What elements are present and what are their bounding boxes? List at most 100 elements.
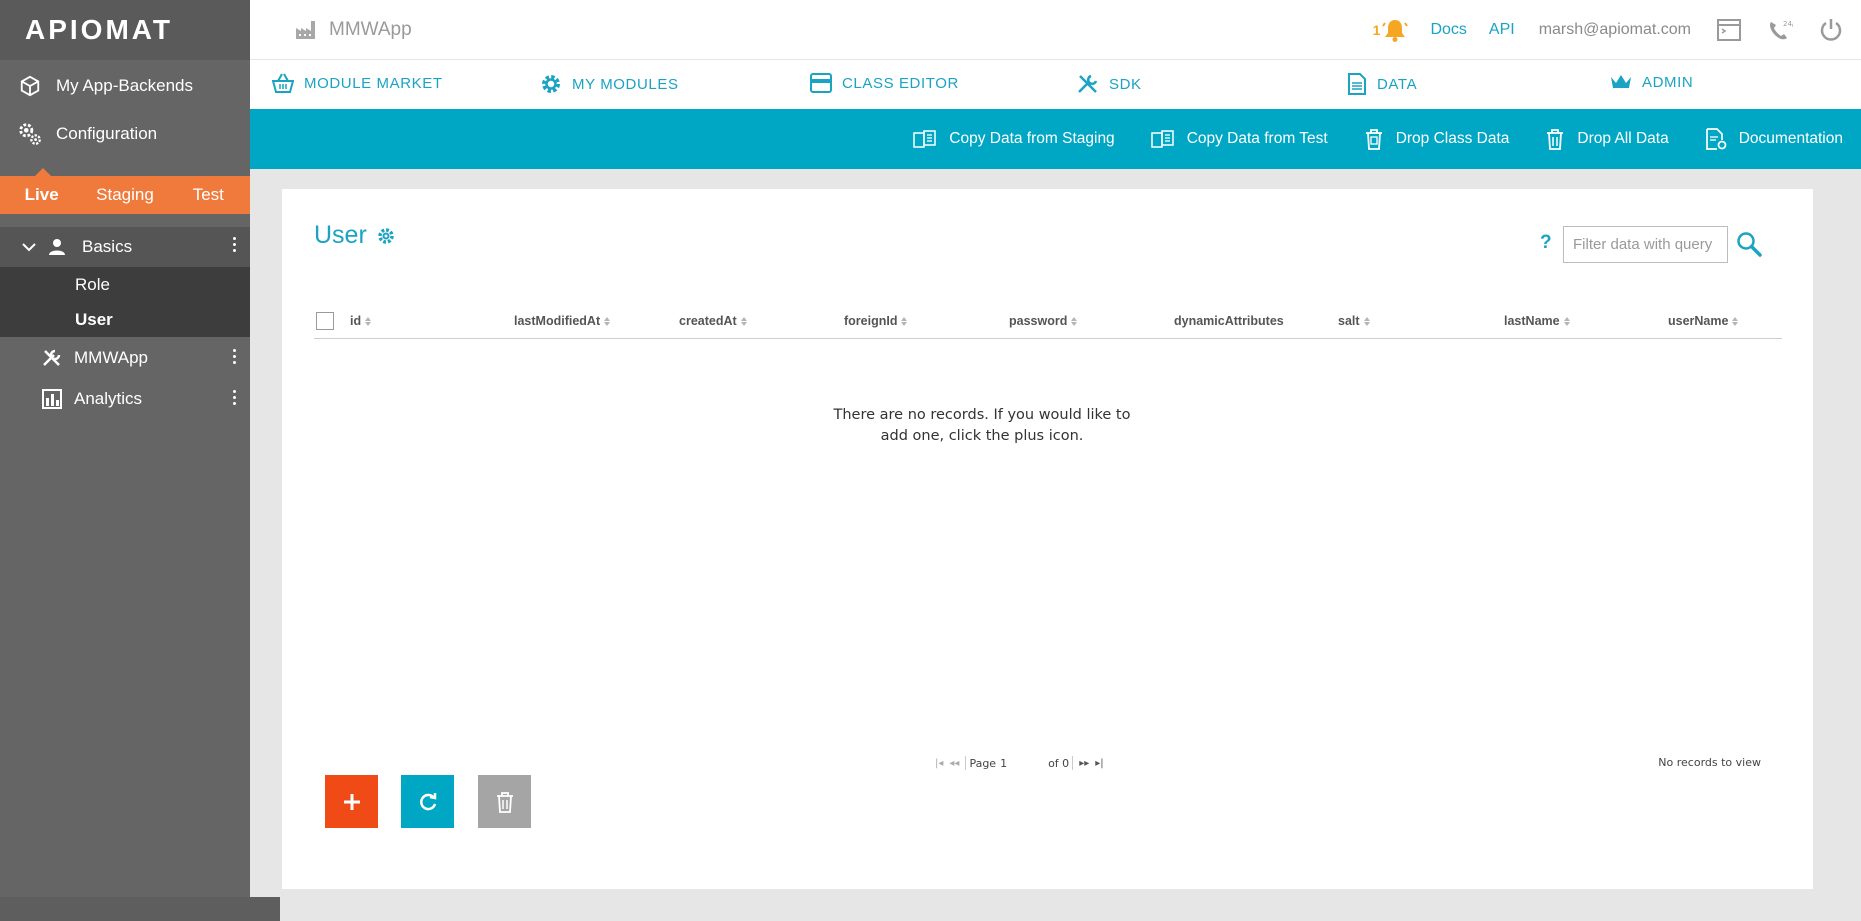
- sort-icon: [365, 316, 372, 326]
- search-icon[interactable]: [1736, 231, 1762, 262]
- api-link[interactable]: API: [1489, 21, 1515, 39]
- last-page-icon[interactable]: ▸|: [1095, 758, 1103, 769]
- column-header-password[interactable]: password: [1009, 314, 1078, 328]
- cube-icon: [17, 73, 43, 99]
- drop-all-data-button[interactable]: Drop All Data: [1545, 128, 1669, 150]
- tree-group-label: MMWApp: [74, 347, 148, 367]
- records-count: No records to view: [1658, 756, 1761, 769]
- sidebar-item-my-app-backends[interactable]: My App-Backends: [0, 62, 250, 110]
- refresh-button[interactable]: [401, 775, 454, 828]
- tools-icon: [1077, 73, 1099, 95]
- table-header: id lastModifiedAt createdAt foreignId pa…: [314, 309, 1782, 339]
- basket-icon: [272, 73, 294, 93]
- env-tab-staging[interactable]: Staging: [83, 176, 166, 214]
- sort-icon: [901, 316, 908, 326]
- copy-book-icon: [913, 130, 937, 148]
- gears-icon: [17, 121, 43, 147]
- next-page-icon[interactable]: ▸▸: [1079, 758, 1089, 769]
- action-label: Copy Data from Staging: [949, 130, 1115, 147]
- more-options-icon[interactable]: [233, 390, 236, 405]
- tab-label: SDK: [1109, 75, 1142, 93]
- sort-icon: [1563, 316, 1570, 326]
- column-header-lastmodifiedat[interactable]: lastModifiedAt: [514, 314, 611, 328]
- column-header-createdat[interactable]: createdAt: [679, 314, 747, 328]
- add-record-button[interactable]: [325, 775, 378, 828]
- document-gear-icon: [1705, 128, 1727, 150]
- page-label: Page: [969, 756, 997, 770]
- copy-data-from-staging-button[interactable]: Copy Data from Staging: [913, 130, 1115, 148]
- page-title: User: [314, 221, 395, 250]
- top-header: MMWApp 1 Docs API marsh@apiomat.com 24/7: [250, 0, 1861, 60]
- trash-icon: [496, 791, 513, 813]
- status-strip: [0, 897, 280, 921]
- user-icon: [48, 238, 70, 256]
- power-icon[interactable]: [1819, 18, 1843, 42]
- sort-icon: [1071, 316, 1078, 326]
- documentation-button[interactable]: Documentation: [1705, 128, 1843, 150]
- column-header-username[interactable]: userName: [1668, 314, 1739, 328]
- data-panel: User ? id lastModifiedAt createdAt forei…: [282, 189, 1813, 889]
- page-number-input[interactable]: [1000, 756, 1049, 770]
- tab-my-modules[interactable]: MY MODULES: [540, 73, 679, 95]
- env-tab-test[interactable]: Test: [167, 176, 250, 214]
- sidebar-item-configuration[interactable]: Configuration: [0, 110, 250, 158]
- action-label: Drop Class Data: [1395, 130, 1510, 147]
- tab-sdk[interactable]: SDK: [1077, 73, 1142, 95]
- query-help-button[interactable]: ?: [1540, 232, 1552, 254]
- action-label: Documentation: [1738, 130, 1843, 147]
- tree-group-basics[interactable]: Basics: [0, 227, 250, 267]
- env-tab-live[interactable]: Live: [0, 176, 83, 214]
- notification-count: 1: [1372, 21, 1381, 38]
- tab-module-market[interactable]: MODULE MARKET: [272, 73, 443, 93]
- filter-query-input[interactable]: [1563, 226, 1728, 263]
- tab-class-editor[interactable]: CLASS EDITOR: [810, 73, 959, 93]
- column-header-lastname[interactable]: lastName: [1504, 314, 1570, 328]
- copy-data-from-test-button[interactable]: Copy Data from Test: [1150, 130, 1328, 148]
- apiomat-logo[interactable]: APIOMAT: [25, 14, 173, 46]
- trash-icon: [1545, 128, 1565, 150]
- plus-icon: [343, 793, 360, 810]
- tools-icon: [42, 348, 64, 368]
- tree-item-role[interactable]: Role: [0, 267, 250, 302]
- tree-group-analytics[interactable]: Analytics: [0, 378, 250, 419]
- console-icon[interactable]: [1717, 18, 1741, 42]
- more-options-icon[interactable]: [233, 349, 236, 364]
- delete-records-button[interactable]: [478, 775, 531, 828]
- svg-text:24/7: 24/7: [1783, 20, 1793, 28]
- window-icon: [810, 73, 832, 93]
- select-all-checkbox[interactable]: [316, 312, 334, 330]
- tab-data[interactable]: DATA: [1347, 73, 1417, 95]
- support-phone-icon[interactable]: 24/7: [1767, 18, 1793, 42]
- sort-icon: [740, 316, 747, 326]
- column-header-id[interactable]: id: [350, 314, 372, 328]
- docs-link[interactable]: Docs: [1430, 21, 1466, 39]
- app-name: MMWApp: [295, 19, 412, 41]
- gear-icon: [540, 73, 562, 95]
- gear-icon[interactable]: [377, 227, 395, 245]
- top-header-right: 1 Docs API marsh@apiomat.com 24/7: [1373, 17, 1861, 43]
- chevron-down-icon: [22, 242, 38, 252]
- document-icon: [1347, 73, 1367, 95]
- prev-page-icon[interactable]: ◂◂: [949, 758, 959, 769]
- factory-icon: [295, 20, 317, 40]
- column-header-foreignid[interactable]: foreignId: [844, 314, 908, 328]
- page-total: of 0: [1048, 756, 1070, 770]
- trash-class-icon: [1364, 128, 1384, 150]
- column-header-salt[interactable]: salt: [1338, 314, 1370, 328]
- app-name-label: MMWApp: [329, 18, 412, 40]
- more-options-icon[interactable]: [232, 237, 236, 252]
- bell-icon[interactable]: [1382, 17, 1409, 43]
- pager: |◂ ◂◂ Page of 0 ▸▸ ▸|: [932, 756, 1107, 770]
- column-header-dynamicattributes[interactable]: dynamicAttributes: [1174, 314, 1284, 328]
- user-email[interactable]: marsh@apiomat.com: [1539, 21, 1691, 39]
- crown-icon: [1610, 73, 1632, 91]
- action-label: Drop All Data: [1577, 130, 1669, 147]
- tree-item-user[interactable]: User: [0, 302, 250, 337]
- tree-group-mmwapp[interactable]: MMWApp: [0, 337, 250, 378]
- tab-label: DATA: [1377, 75, 1418, 93]
- tab-admin[interactable]: ADMIN: [1610, 73, 1693, 91]
- drop-class-data-button[interactable]: Drop Class Data: [1364, 128, 1510, 150]
- first-page-icon[interactable]: |◂: [935, 758, 943, 769]
- refresh-icon: [419, 792, 436, 810]
- module-nav: MODULE MARKET MY MODULES CLASS EDITOR SD…: [250, 60, 1861, 109]
